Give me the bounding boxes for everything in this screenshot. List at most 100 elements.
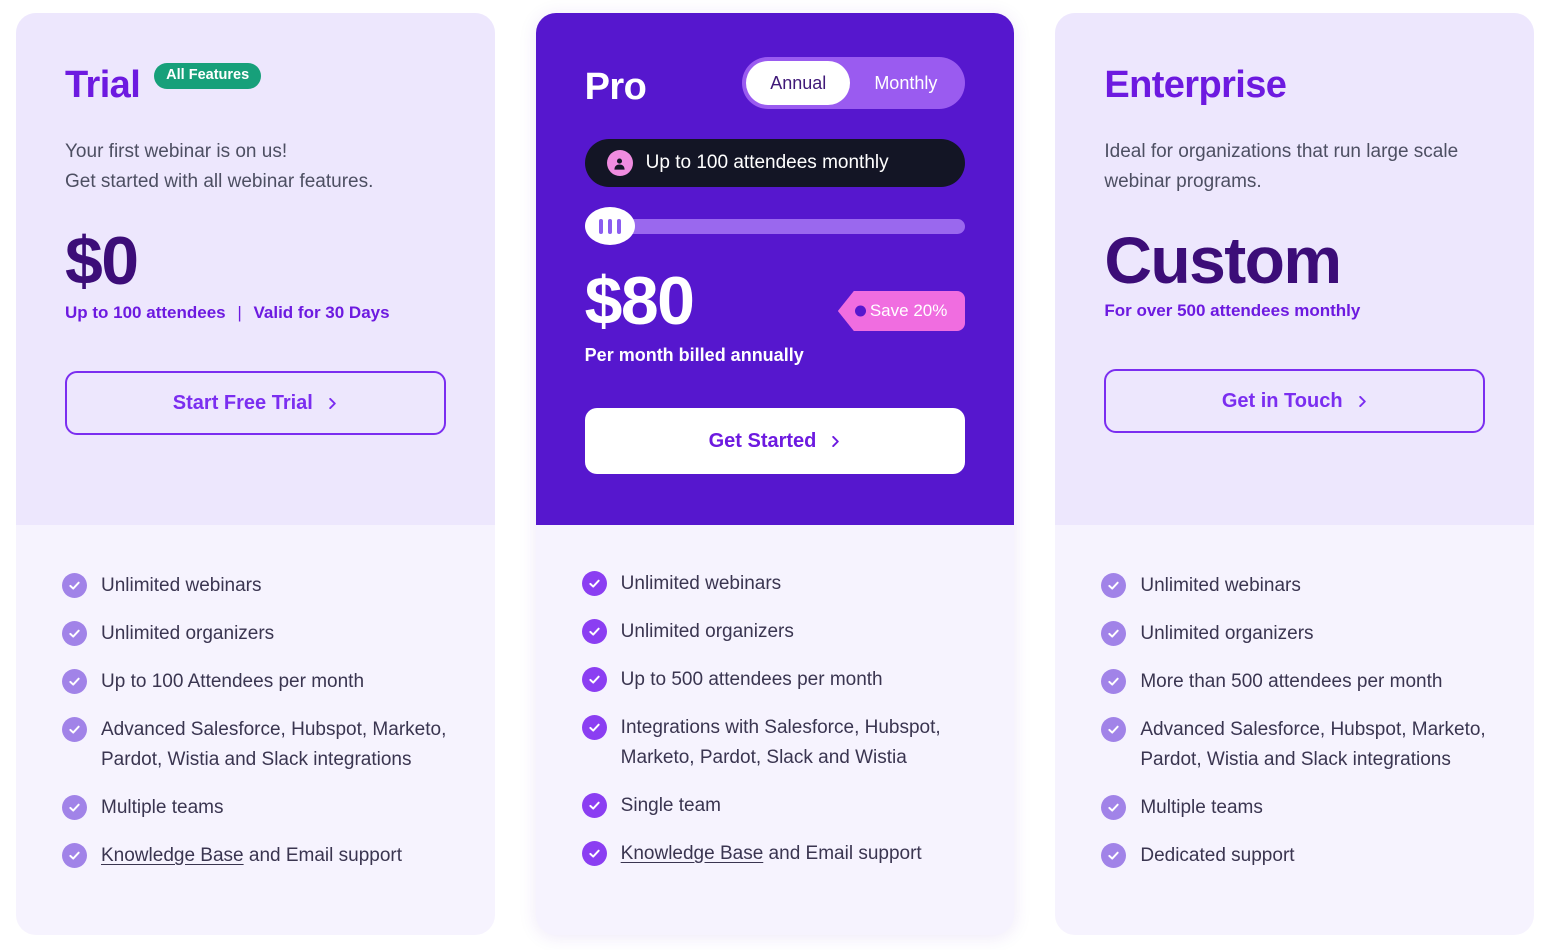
enterprise-card-header: Enterprise Ideal for organizations that … xyxy=(1055,13,1535,525)
get-in-touch-button[interactable]: Get in Touch xyxy=(1104,369,1486,434)
list-item: Multiple teams xyxy=(62,793,449,823)
pro-feature-list: Unlimited webinars Unlimited organizers … xyxy=(536,525,1015,935)
feature-label: Knowledge Base and Email support xyxy=(621,839,922,869)
check-icon xyxy=(62,795,87,820)
avatar-icon xyxy=(606,150,633,176)
trial-card-header: Trial All Features Your first webinar is… xyxy=(16,13,495,525)
pro-price-block: $80 Per month billed annually Save 20% xyxy=(584,266,966,366)
pro-card-header: Pro Annual Monthly Up to 100 attendees m… xyxy=(535,13,1015,525)
list-item: Multiple teams xyxy=(1101,793,1488,823)
all-features-badge: All Features xyxy=(154,63,262,89)
knowledge-base-link[interactable]: Knowledge Base xyxy=(621,843,764,864)
attendee-slider[interactable] xyxy=(584,207,966,245)
pricing-card-enterprise: Enterprise Ideal for organizations that … xyxy=(1055,13,1535,935)
check-icon xyxy=(581,571,607,596)
check-icon xyxy=(62,573,87,598)
slider-track[interactable] xyxy=(608,218,966,234)
feature-label: Multiple teams xyxy=(1140,797,1263,818)
feature-label: Advanced Salesforce, Hubspot, Marketo, P… xyxy=(101,719,447,770)
billing-period-toggle[interactable]: Annual Monthly xyxy=(742,57,966,109)
plan-title-pro: Pro xyxy=(584,66,647,108)
check-icon xyxy=(581,841,607,866)
trial-price-block: $0 Up to 100 attendees | Valid for 30 Da… xyxy=(65,226,446,323)
knowledge-base-link[interactable]: Knowledge Base xyxy=(101,845,244,866)
start-free-trial-button[interactable]: Start Free Trial xyxy=(65,371,446,436)
get-in-touch-label: Get in Touch xyxy=(1221,389,1343,412)
feature-label: Up to 500 attendees per month xyxy=(620,669,883,690)
save-badge: Save 20% xyxy=(837,291,966,331)
list-item: Unlimited organizers xyxy=(62,619,449,649)
feature-label: Unlimited organizers xyxy=(1140,623,1314,644)
pricing-card-pro: Pro Annual Monthly Up to 100 attendees m… xyxy=(535,13,1015,935)
list-item: Unlimited webinars xyxy=(1101,571,1488,601)
trial-validity: Valid for 30 Days xyxy=(253,303,390,323)
toggle-option-annual[interactable]: Annual xyxy=(746,61,851,105)
attendee-count-label: Up to 100 attendees monthly xyxy=(645,152,889,173)
feature-label: Knowledge Base and Email support xyxy=(101,841,402,871)
feature-label: Unlimited organizers xyxy=(620,621,794,642)
trial-attendee-limit: Up to 100 attendees xyxy=(65,303,226,323)
check-icon xyxy=(581,793,607,818)
toggle-option-monthly[interactable]: Monthly xyxy=(850,61,961,105)
list-item: Unlimited organizers xyxy=(1101,619,1488,649)
feature-label: Integrations with Salesforce, Hubspot, M… xyxy=(620,717,941,768)
check-icon xyxy=(62,717,87,742)
feature-label: Up to 100 Attendees per month xyxy=(101,671,365,692)
plan-price-enterprise: Custom xyxy=(1104,223,1342,297)
trial-title-row: Trial All Features xyxy=(65,63,446,107)
plan-title-enterprise: Enterprise xyxy=(1104,64,1287,106)
pricing-card-trial: Trial All Features Your first webinar is… xyxy=(16,13,495,935)
feature-label: Advanced Salesforce, Hubspot, Marketo, P… xyxy=(1140,719,1486,770)
check-icon xyxy=(62,669,87,694)
list-item: More than 500 attendees per month xyxy=(1101,667,1488,697)
check-icon xyxy=(1101,843,1127,868)
list-item: Unlimited webinars xyxy=(62,571,449,601)
get-started-button[interactable]: Get Started xyxy=(584,408,966,475)
trial-feature-list: Unlimited webinars Unlimited organizers … xyxy=(16,525,495,935)
pricing-plans-grid: Trial All Features Your first webinar is… xyxy=(0,0,1550,950)
slider-handle-icon[interactable] xyxy=(584,207,635,245)
list-item: Advanced Salesforce, Hubspot, Marketo, P… xyxy=(1101,715,1488,775)
feature-label-rest: and Email support xyxy=(763,843,922,864)
feature-label: Dedicated support xyxy=(1140,845,1295,866)
feature-label: Unlimited webinars xyxy=(1140,575,1301,596)
feature-label: Unlimited webinars xyxy=(620,573,782,594)
grip-bar xyxy=(607,218,612,234)
check-icon xyxy=(62,843,87,868)
list-item: Knowledge Base and Email support xyxy=(581,839,969,869)
get-started-label: Get Started xyxy=(708,429,817,452)
feature-label-rest: and Email support xyxy=(243,845,403,866)
check-icon xyxy=(1101,795,1127,820)
check-icon xyxy=(1101,621,1127,646)
feature-label: Unlimited organizers xyxy=(101,623,275,644)
plan-title-trial: Trial xyxy=(65,64,141,106)
chevron-right-icon xyxy=(1358,395,1366,407)
pro-title-row: Pro Annual Monthly xyxy=(584,57,966,109)
enterprise-price-subtext: For over 500 attendees monthly xyxy=(1104,301,1361,321)
trial-subtext-separator: | xyxy=(237,303,242,323)
feature-label: Single team xyxy=(620,795,722,816)
list-item: Single team xyxy=(581,791,969,821)
chevron-right-icon xyxy=(329,397,336,409)
enterprise-feature-list: Unlimited webinars Unlimited organizers … xyxy=(1055,525,1534,935)
list-item: Advanced Salesforce, Hubspot, Marketo, P… xyxy=(62,715,449,775)
enterprise-price-block: Custom For over 500 attendees monthly xyxy=(1104,223,1485,321)
plan-description-trial: Your first webinar is on us! Get started… xyxy=(65,141,374,192)
check-icon xyxy=(1101,669,1127,694)
list-item: Unlimited webinars xyxy=(581,569,969,599)
trial-price-subtext: Up to 100 attendees | Valid for 30 Days xyxy=(65,303,446,323)
grip-bar xyxy=(616,218,621,234)
check-icon xyxy=(581,715,607,740)
plan-description-enterprise: Ideal for organizations that run large s… xyxy=(1104,141,1459,192)
feature-label: Unlimited webinars xyxy=(101,575,262,596)
chevron-right-icon xyxy=(832,435,840,447)
grip-bar xyxy=(598,218,603,234)
list-item: Knowledge Base and Email support xyxy=(62,841,449,871)
feature-label: Multiple teams xyxy=(101,797,224,818)
check-icon xyxy=(581,667,607,692)
check-icon xyxy=(1101,717,1127,742)
list-item: Up to 100 Attendees per month xyxy=(62,667,449,697)
list-item: Up to 500 attendees per month xyxy=(581,665,969,695)
pro-price-subtext: Per month billed annually xyxy=(584,345,804,366)
attendee-count-badge: Up to 100 attendees monthly xyxy=(584,139,966,187)
